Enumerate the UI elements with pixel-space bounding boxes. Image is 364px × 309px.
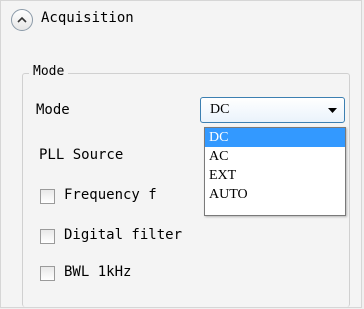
frequency-checkbox[interactable] [40,189,55,204]
acquisition-panel: Acquisition Mode Mode DC PLL Source Freq… [0,0,362,308]
bwl-checkbox[interactable] [40,266,55,281]
digital-filter-label: Digital filter [64,227,183,243]
pll-source-label: PLL Source [39,147,124,163]
dropdown-arrow-icon [328,108,337,113]
section-header: Acquisition [1,1,361,41]
chevron-up-icon [17,16,27,23]
dropdown-option-ac[interactable]: AC [205,147,345,166]
dropdown-option-ext[interactable]: EXT [205,166,345,185]
section-title: Acquisition [41,10,134,26]
mode-group-legend: Mode [29,64,69,79]
mode-select[interactable]: DC [200,97,345,123]
mode-label: Mode [36,102,70,118]
digital-filter-checkbox[interactable] [40,229,55,244]
frequency-label: Frequency f [64,187,157,203]
collapse-button[interactable] [11,9,33,31]
dropdown-option-auto[interactable]: AUTO [205,185,345,204]
bwl-label: BWL 1kHz [64,264,132,280]
mode-dropdown-list: DC AC EXT AUTO [204,127,346,216]
mode-select-value: DC [210,102,230,117]
dropdown-option-dc[interactable]: DC [205,128,345,147]
